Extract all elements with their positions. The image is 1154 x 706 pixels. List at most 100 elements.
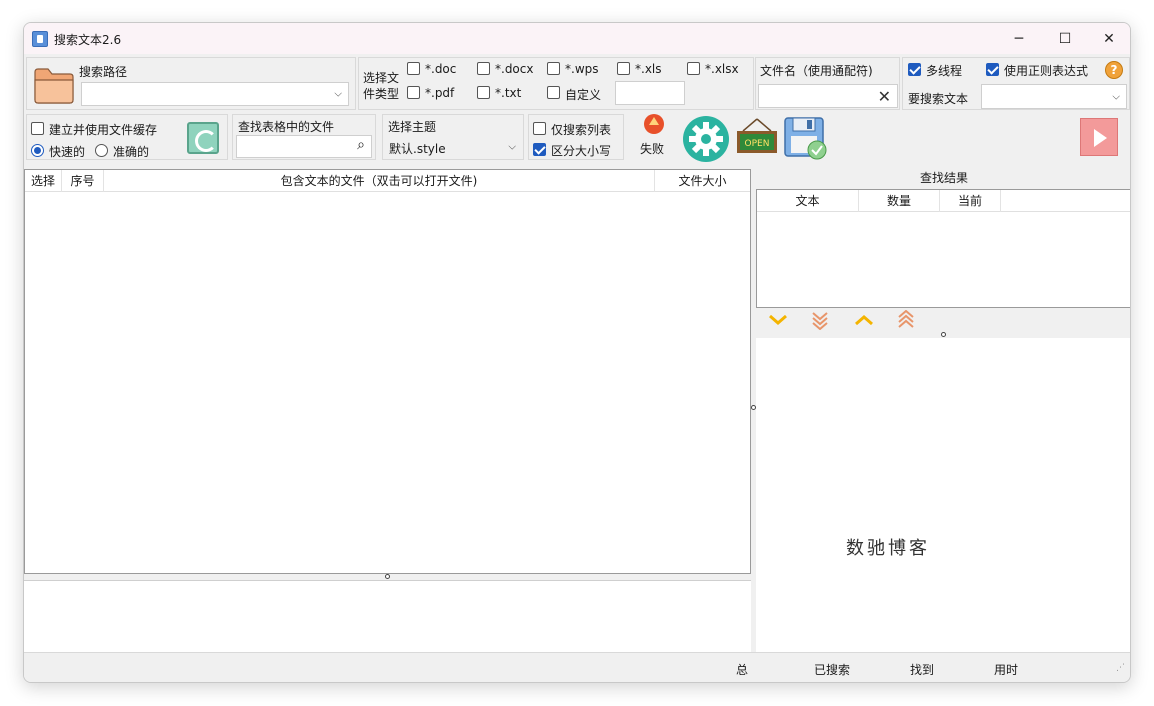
results-splitter-handle[interactable] xyxy=(941,332,946,337)
maximize-button[interactable]: ☐ xyxy=(1042,23,1088,54)
next-icon[interactable] xyxy=(768,312,788,328)
previous-icon[interactable] xyxy=(854,312,874,328)
label-wps: *.wps xyxy=(565,62,599,76)
results-grid-header: 文本 数量 当前 xyxy=(757,190,1130,212)
status-total-label: 总 xyxy=(736,663,749,677)
watermark-text: 数驰博客 xyxy=(846,538,930,559)
last-icon[interactable] xyxy=(810,310,830,330)
theme-label: 选择主题 xyxy=(388,120,437,134)
chevron-down-icon[interactable]: ⌵ xyxy=(334,89,342,100)
case-sensitive-label: 区分大小写 xyxy=(551,144,612,158)
checkbox-custom[interactable] xyxy=(547,86,560,99)
regex-label: 使用正则表达式 xyxy=(1004,64,1089,78)
col-index[interactable]: 序号 xyxy=(62,170,104,192)
open-sign-icon[interactable]: OPEN xyxy=(735,117,779,157)
file-grid-header: 选择 序号 包含文本的文件（双击可以打开文件) 文件大小 xyxy=(25,170,750,192)
chevron-down-icon[interactable]: ⌵ xyxy=(1112,91,1120,102)
file-types-label-2: 件类型 xyxy=(363,87,400,101)
label-docx: *.docx xyxy=(495,62,534,76)
list-options-panel: 仅搜索列表 区分大小写 xyxy=(528,114,624,160)
col-size[interactable]: 文件大小 xyxy=(655,170,750,192)
status-bar: 总 已搜索 找到 用时 ⋰ xyxy=(24,652,1130,682)
fast-label: 快速的 xyxy=(49,145,86,159)
clear-icon[interactable]: ✕ xyxy=(878,87,891,106)
checkbox-docx[interactable] xyxy=(477,62,490,75)
open-sign-text: OPEN xyxy=(745,139,770,149)
label-xlsx: *.xlsx xyxy=(705,62,739,76)
checkbox-xls[interactable] xyxy=(617,62,630,75)
label-pdf: *.pdf xyxy=(425,86,455,100)
filename-input[interactable]: ✕ xyxy=(758,84,898,108)
accurate-label: 准确的 xyxy=(113,145,150,159)
search-list-only-label: 仅搜索列表 xyxy=(551,123,612,137)
search-path-panel: 搜索路径 ⌵ xyxy=(26,57,356,110)
col-count[interactable]: 数量 xyxy=(859,190,940,212)
results-grid[interactable]: 文本 数量 当前 xyxy=(756,189,1130,308)
status-time-label: 用时 xyxy=(994,663,1019,677)
col-text[interactable]: 文本 xyxy=(757,190,859,212)
content-pane[interactable]: 数驰博客 xyxy=(756,338,1130,652)
options-panel: 多线程 使用正则表达式 ? 要搜索文本 ⌵ xyxy=(902,57,1130,110)
app-window: 搜索文本2.6 ─ ☐ ✕ 搜索路径 ⌵ 选择文 件类型 *.doc *.doc… xyxy=(23,22,1131,683)
file-grid[interactable]: 选择 序号 包含文本的文件（双击可以打开文件) 文件大小 xyxy=(24,169,751,574)
first-icon[interactable] xyxy=(896,310,916,330)
label-txt: *.txt xyxy=(495,86,522,100)
checkbox-regex[interactable] xyxy=(986,63,999,76)
col-select[interactable]: 选择 xyxy=(25,170,62,192)
table-search-input[interactable]: ⌕ xyxy=(236,135,372,158)
checkbox-case-sensitive[interactable] xyxy=(533,143,546,156)
custom-type-input[interactable] xyxy=(615,81,685,105)
filename-panel: 文件名（使用通配符) ✕ xyxy=(755,57,900,110)
checkbox-search-list-only[interactable] xyxy=(533,122,546,135)
save-icon[interactable] xyxy=(783,116,829,160)
cache-label: 建立并使用文件缓存 xyxy=(49,123,158,137)
search-text-combo[interactable]: ⌵ xyxy=(981,84,1127,109)
minimize-button[interactable]: ─ xyxy=(996,23,1042,54)
refresh-cache-icon[interactable] xyxy=(187,122,219,154)
table-search-panel: 查找表格中的文件 ⌕ xyxy=(232,114,376,160)
checkbox-doc[interactable] xyxy=(407,62,420,75)
checkbox-xlsx[interactable] xyxy=(687,62,700,75)
checkbox-multithread[interactable] xyxy=(908,63,921,76)
search-path-label: 搜索路径 xyxy=(79,65,128,79)
app-icon xyxy=(32,31,48,47)
file-types-label-1: 选择文 xyxy=(363,71,400,85)
search-path-combo[interactable]: ⌵ xyxy=(81,82,349,106)
play-icon xyxy=(1094,129,1107,147)
status-found-label: 找到 xyxy=(910,663,935,677)
preview-panel[interactable] xyxy=(24,580,751,652)
checkbox-cache[interactable] xyxy=(31,122,44,135)
label-doc: *.doc xyxy=(425,62,457,76)
checkbox-wps[interactable] xyxy=(547,62,560,75)
filename-label: 文件名（使用通配符) xyxy=(760,64,873,78)
start-search-button[interactable] xyxy=(1080,118,1118,156)
theme-value: 默认.style xyxy=(389,142,446,156)
theme-select[interactable]: 默认.style ⌵ xyxy=(386,136,522,158)
horizontal-splitter-handle[interactable] xyxy=(385,574,390,579)
col-current[interactable]: 当前 xyxy=(940,190,1001,212)
resize-grip-icon[interactable]: ⋰ xyxy=(1116,663,1125,673)
multithread-label: 多线程 xyxy=(926,64,963,78)
label-xls: *.xls xyxy=(635,62,662,76)
close-button[interactable]: ✕ xyxy=(1086,23,1130,54)
fail-indicator-icon xyxy=(644,114,664,134)
checkbox-pdf[interactable] xyxy=(407,86,420,99)
title-bar: 搜索文本2.6 ─ ☐ ✕ xyxy=(24,23,1130,54)
file-types-panel: 选择文 件类型 *.doc *.docx *.wps *.xls *.xlsx … xyxy=(358,57,754,110)
folder-icon[interactable] xyxy=(33,66,75,104)
cache-panel: 建立并使用文件缓存 快速的 准确的 xyxy=(26,114,228,160)
radio-fast[interactable] xyxy=(31,144,44,157)
window-title: 搜索文本2.6 xyxy=(54,33,122,47)
settings-gear-icon[interactable] xyxy=(682,115,730,163)
search-icon[interactable]: ⌕ xyxy=(357,137,365,153)
radio-accurate[interactable] xyxy=(95,144,108,157)
chevron-down-icon[interactable]: ⌵ xyxy=(508,142,516,153)
results-title: 查找结果 xyxy=(920,171,969,185)
status-searched-label: 已搜索 xyxy=(814,663,851,677)
help-icon[interactable]: ? xyxy=(1105,61,1123,79)
fail-label: 失败 xyxy=(640,142,665,156)
checkbox-txt[interactable] xyxy=(477,86,490,99)
table-search-label: 查找表格中的文件 xyxy=(238,120,335,134)
col-file[interactable]: 包含文本的文件（双击可以打开文件) xyxy=(104,170,655,192)
search-text-label: 要搜索文本 xyxy=(908,92,969,106)
